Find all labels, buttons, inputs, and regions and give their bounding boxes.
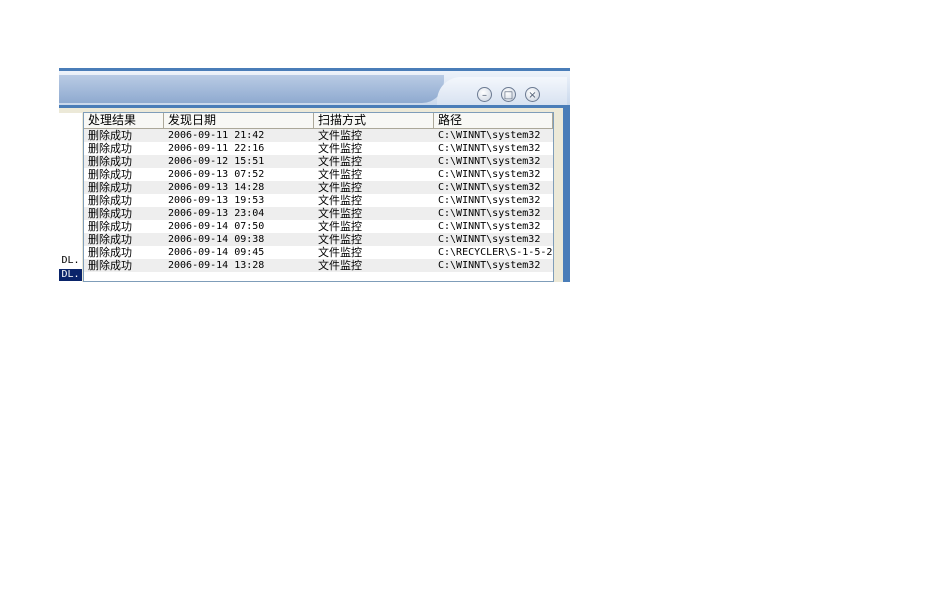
cell-path: C:\WINNT\system32 [438,260,541,271]
cell-date: 2006-09-14 09:45 [168,247,265,258]
table-row[interactable]: 删除成功 2006-09-12 15:51 文件监控 C:\WINNT\system3… [84,155,553,168]
column-header-scan-method[interactable]: 扫描方式 [314,113,434,128]
list-header: 处理结果 发现日期 扫描方式 路径 [84,113,553,129]
column-header-date[interactable]: 发现日期 [164,113,314,128]
table-row[interactable]: 删除成功 2006-09-13 19:53 文件监控 C:\WINNT\system3… [84,194,553,207]
cell-path: C:\WINNT\system32 [438,143,541,154]
cell-path: C:\WINNT\system32 [438,156,541,167]
cell-path: C:\WINNT\system32 [438,130,541,141]
table-row[interactable]: 删除成功 2006-09-14 09:45 文件监控 C:\RECYCLER\S-1-… [84,246,553,259]
cell-date: 2006-09-14 09:38 [168,234,265,245]
cell-result: 删除成功 [88,246,132,259]
cell-scan-method: 文件监控 [318,220,362,233]
side-item-dl-selected[interactable]: DL. [59,269,82,281]
cell-date: 2006-09-14 07:50 [168,221,265,232]
table-row[interactable]: 删除成功 2006-09-11 22:16 文件监控 C:\WINNT\system3… [84,142,553,155]
cell-scan-method: 文件监控 [318,129,362,142]
cell-scan-method: 文件监控 [318,142,362,155]
table-row[interactable]: 删除成功 2006-09-13 07:52 文件监控 C:\WINNT\system3… [84,168,553,181]
cell-path: C:\WINNT\system32 [438,195,541,206]
cell-result: 删除成功 [88,233,132,246]
cell-path: C:\RECYCLER\S-1-5-2 [438,247,553,258]
cell-result: 删除成功 [88,194,132,207]
cell-date: 2006-09-13 23:04 [168,208,265,219]
cell-scan-method: 文件监控 [318,207,362,220]
cell-date: 2006-09-12 15:51 [168,156,265,167]
cell-date: 2006-09-14 13:28 [168,260,265,271]
cell-result: 删除成功 [88,129,132,142]
table-row[interactable]: 删除成功 2006-09-14 07:50 文件监控 C:\WINNT\system3… [84,220,553,233]
title-sweep-decoration [59,75,444,103]
cell-date: 2006-09-13 19:53 [168,195,265,206]
minimize-button[interactable]: – [477,87,492,102]
cell-date: 2006-09-11 21:42 [168,130,265,141]
cell-date: 2006-09-13 07:52 [168,169,265,180]
cell-result: 删除成功 [88,259,132,272]
cell-path: C:\WINNT\system32 [438,208,541,219]
cell-date: 2006-09-11 22:16 [168,143,265,154]
column-header-path[interactable]: 路径 [434,113,553,128]
left-panel: DL. DL. [59,113,82,283]
cell-result: 删除成功 [88,220,132,233]
results-list-view[interactable]: 处理结果 发现日期 扫描方式 路径 删除成功 2006-09-11 21:42 文件… [83,112,554,282]
table-row[interactable]: 删除成功 2006-09-13 14:28 文件监控 C:\WINNT\system3… [84,181,553,194]
close-button[interactable]: × [525,87,540,102]
cell-path: C:\WINNT\system32 [438,169,541,180]
cell-scan-method: 文件监控 [318,168,362,181]
cell-result: 删除成功 [88,181,132,194]
app-window: – □ × DL. DL. 处理结果 发现日期 扫描方式 路径 删除成功 2006… [59,68,570,283]
list-rows: 删除成功 2006-09-11 21:42 文件监控 C:\WINNT\system3… [84,129,553,272]
cell-result: 删除成功 [88,142,132,155]
cell-result: 删除成功 [88,155,132,168]
cell-path: C:\WINNT\system32 [438,221,541,232]
table-row[interactable]: 删除成功 2006-09-11 21:42 文件监控 C:\WINNT\system3… [84,129,553,142]
maximize-button[interactable]: □ [501,87,516,102]
title-bar[interactable]: – □ × [59,71,570,105]
table-row[interactable]: 删除成功 2006-09-14 09:38 文件监控 C:\WINNT\system3… [84,233,553,246]
cell-scan-method: 文件监控 [318,233,362,246]
side-item-dl[interactable]: DL. [59,255,82,267]
cell-date: 2006-09-13 14:28 [168,182,265,193]
column-header-result[interactable]: 处理结果 [84,113,164,128]
cell-result: 删除成功 [88,207,132,220]
client-area: DL. DL. 处理结果 发现日期 扫描方式 路径 删除成功 2006-09-11… [59,108,563,283]
cell-scan-method: 文件监控 [318,246,362,259]
cell-scan-method: 文件监控 [318,194,362,207]
cell-result: 删除成功 [88,168,132,181]
table-row[interactable]: 删除成功 2006-09-14 13:28 文件监控 C:\WINNT\system3… [84,259,553,272]
cell-path: C:\WINNT\system32 [438,182,541,193]
cell-scan-method: 文件监控 [318,259,362,272]
table-row[interactable]: 删除成功 2006-09-13 23:04 文件监控 C:\WINNT\system3… [84,207,553,220]
cell-path: C:\WINNT\system32 [438,234,541,245]
cell-scan-method: 文件监控 [318,181,362,194]
cell-scan-method: 文件监控 [318,155,362,168]
